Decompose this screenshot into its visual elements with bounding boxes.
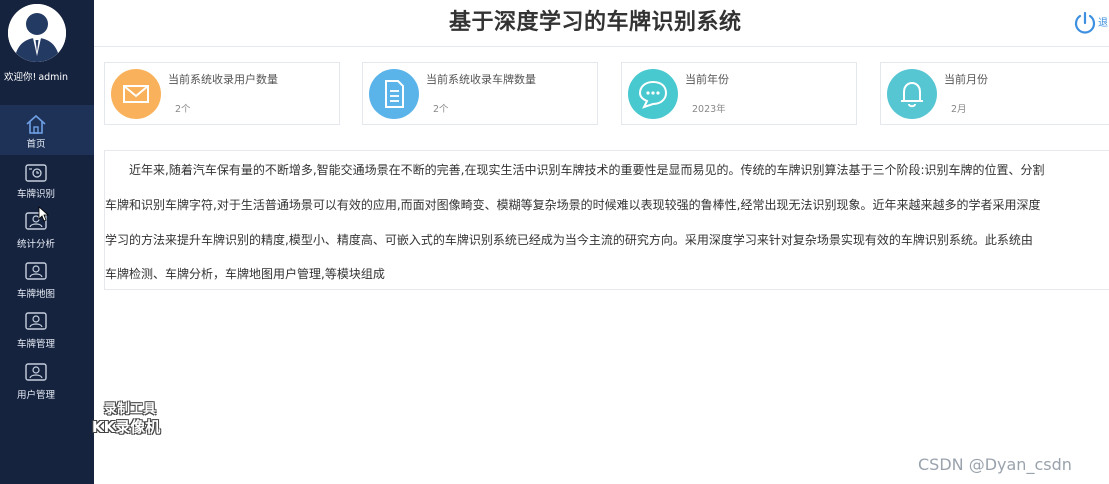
stat-card-month: 当前月份 2月: [880, 62, 1109, 125]
stat-title: 当前系统收录用户数量: [168, 73, 278, 86]
stat-title: 当前月份: [944, 73, 988, 86]
logout-button[interactable]: 退出: [1098, 14, 1109, 29]
recorder-watermark-line1: 录制工具: [104, 402, 157, 417]
bell-icon: [887, 69, 937, 119]
sidebar-item-label: 车牌识别: [16, 189, 55, 200]
stat-card-users: 当前系统收录用户数量 2个: [104, 62, 340, 125]
stat-value: 2023年: [692, 104, 726, 115]
sidebar-item-plate-management[interactable]: 车牌管理: [0, 308, 94, 358]
mouse-cursor-icon: [38, 206, 50, 222]
stat-card-year: 当前年份 2023年: [621, 62, 857, 125]
sidebar: 欢迎你! admin 首页 车牌识别 统计分析 车牌地图 车牌管理 用户管理: [0, 0, 94, 484]
mail-icon: [111, 69, 161, 119]
header: 基于深度学习的车牌识别系统 退出: [94, 0, 1109, 47]
sidebar-item-label: 车牌地图: [16, 289, 55, 300]
stat-value: 2个: [433, 104, 449, 115]
intro-line: 车牌和识别车牌字符,对于生活普通场景可以有效的应用,而面对图像畸变、模糊等复杂场…: [105, 198, 1041, 212]
app-root: 欢迎你! admin 首页 车牌识别 统计分析 车牌地图 车牌管理 用户管理 基…: [0, 0, 1109, 484]
document-icon: [369, 69, 419, 119]
plate-recognize-icon: [25, 164, 47, 182]
welcome-text: 欢迎你! admin: [4, 69, 70, 83]
username: admin: [38, 72, 69, 83]
intro-line: 车牌检测、车牌分析，车牌地图用户管理,等模块组成: [105, 267, 385, 281]
sidebar-item-home[interactable]: 首页: [0, 105, 94, 155]
sidebar-item-label: 车牌管理: [16, 339, 55, 350]
sidebar-item-label: 统计分析: [16, 239, 55, 250]
sidebar-item-statistics[interactable]: 统计分析: [0, 206, 94, 258]
page-title: 基于深度学习的车牌识别系统: [449, 10, 742, 35]
user-card-icon: [25, 262, 47, 280]
stat-title: 当前年份: [685, 73, 729, 86]
power-icon[interactable]: [1072, 10, 1098, 36]
intro-panel: 近年来,随着汽车保有量的不断增多,智能交通场景在不断的完善,在现实生活中识别车牌…: [104, 150, 1109, 290]
home-icon: [26, 114, 46, 134]
welcome-prefix: 欢迎你!: [4, 72, 37, 83]
sidebar-item-user-management[interactable]: 用户管理: [0, 359, 94, 409]
user-avatar-icon: [8, 4, 66, 62]
sidebar-item-label: 用户管理: [16, 390, 55, 401]
recorder-watermark-line2: KK录像机: [92, 418, 161, 436]
stat-title: 当前系统收录车牌数量: [426, 73, 536, 86]
intro-line: 学习的方法来提升车牌识别的精度,模型小、精度高、可嵌入式的车牌识别系统已经成为当…: [105, 233, 1033, 247]
sidebar-item-plate-recognition[interactable]: 车牌识别: [0, 158, 94, 208]
user-card-icon: [25, 312, 47, 330]
sidebar-item-plate-map[interactable]: 车牌地图: [0, 258, 94, 308]
stat-card-plates: 当前系统收录车牌数量 2个: [362, 62, 598, 125]
avatar[interactable]: [8, 4, 66, 62]
stat-value: 2个: [175, 104, 191, 115]
sidebar-item-label: 首页: [26, 139, 46, 150]
chat-icon: [628, 69, 678, 119]
user-card-icon: [25, 363, 47, 381]
csdn-watermark: CSDN @Dyan_csdn: [918, 455, 1072, 474]
stat-value: 2月: [951, 104, 967, 115]
intro-line: 近年来,随着汽车保有量的不断增多,智能交通场景在不断的完善,在现实生活中识别车牌…: [129, 163, 1045, 177]
